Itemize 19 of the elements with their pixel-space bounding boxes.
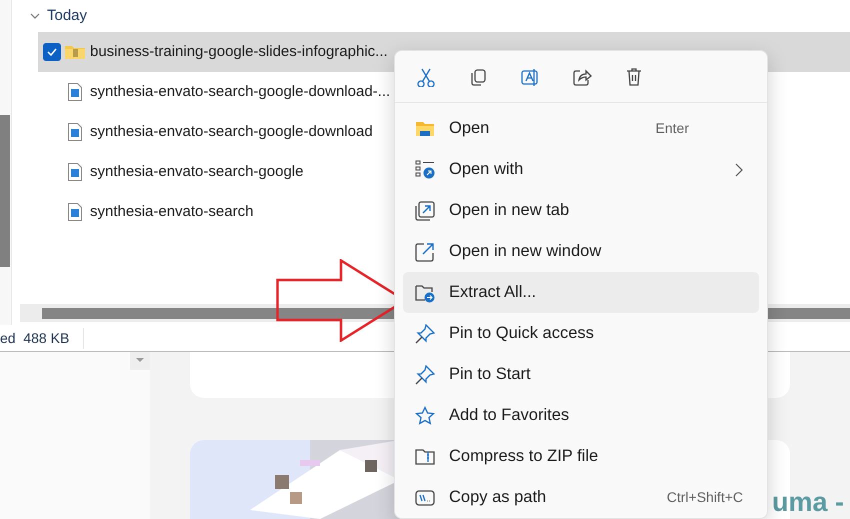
menu-label: Open in new window: [449, 241, 602, 262]
menu-label: Extract All...: [449, 282, 538, 304]
shortcut-text: Ctrl+Shift+C: [666, 488, 743, 507]
menu-label: Add to Favorites: [449, 405, 570, 426]
file-name: business-training-google-slides-infographic...: [90, 42, 388, 62]
shortcut-text: Enter: [656, 119, 689, 138]
menu-label: Open with: [449, 159, 524, 180]
file-name: synthesia-envato-search-google: [90, 162, 304, 182]
status-text: ed 488 KB: [0, 328, 84, 348]
menu-label: Open in new tab: [449, 200, 570, 222]
file-name: synthesia-envato-search-google-download: [90, 122, 373, 142]
menu-label: Open: [449, 118, 490, 140]
menu-label: Copy as path: [449, 487, 548, 508]
page-heading: uma -: [772, 486, 844, 518]
menu-label: Compress to ZIP file: [449, 446, 600, 468]
menu-label: Pin to Quick access: [449, 323, 595, 344]
menu-label: Pin to Start: [449, 364, 532, 386]
file-name: synthesia-envato-search-google-download-...: [90, 82, 390, 102]
file-name: synthesia-envato-search: [90, 202, 254, 222]
